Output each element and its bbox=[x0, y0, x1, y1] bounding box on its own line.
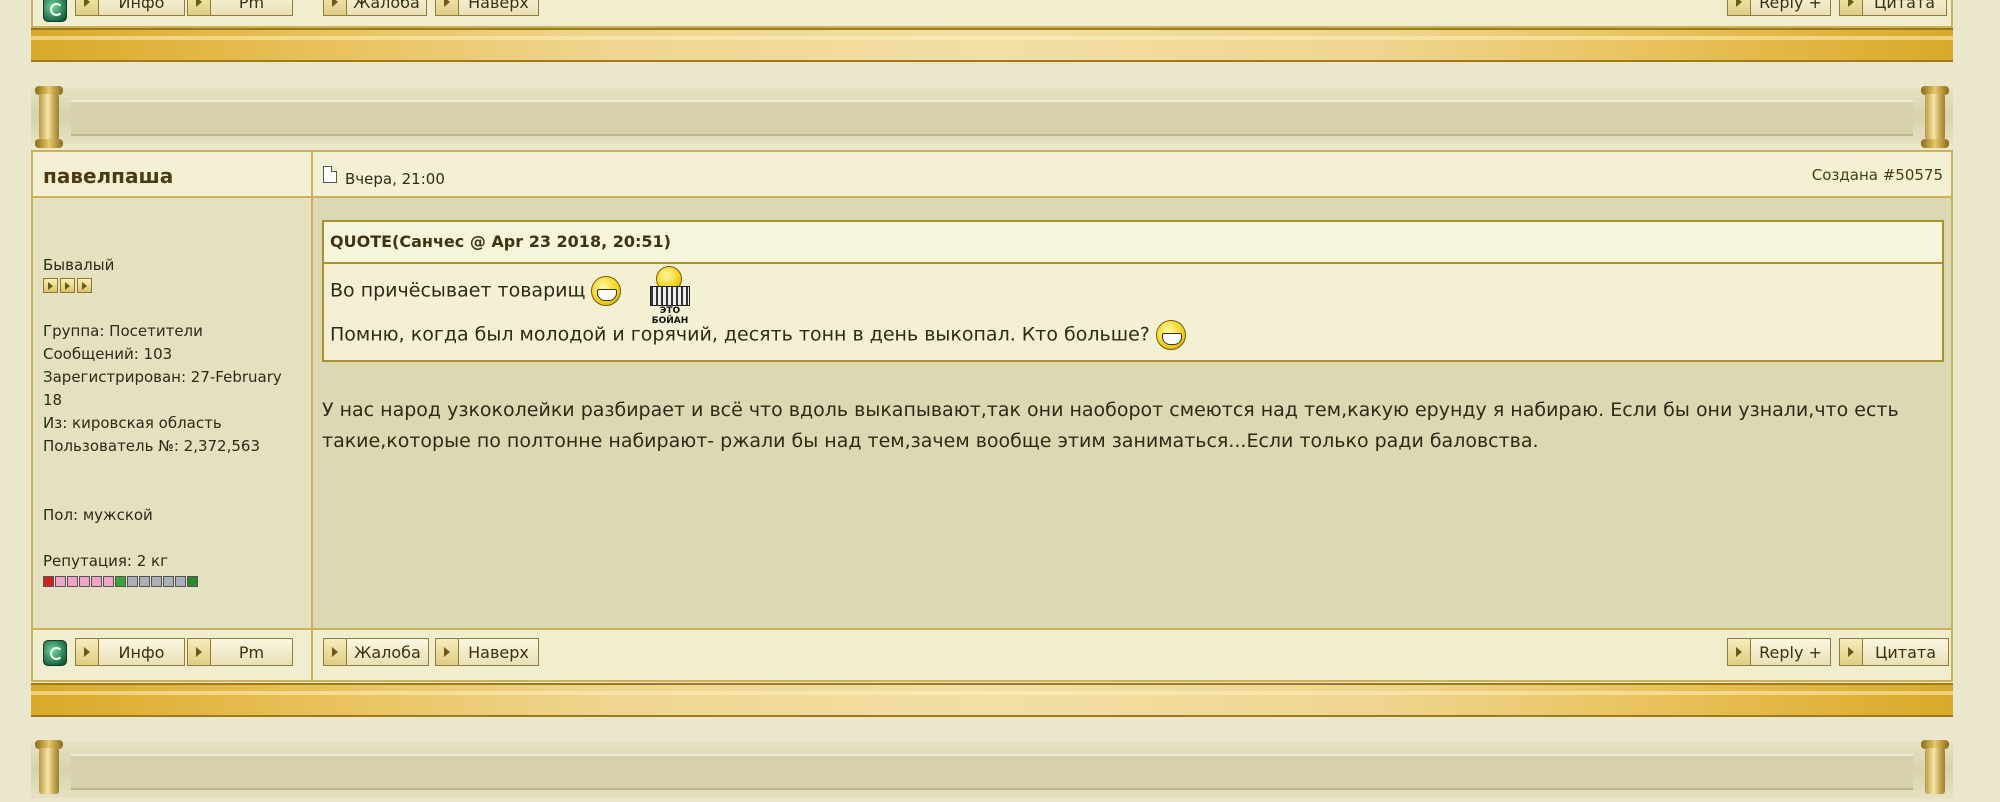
post-date: Вчера, 21:00 bbox=[345, 170, 445, 188]
reputation-plus-button[interactable] bbox=[187, 576, 198, 587]
post-footer: Инфо Pm Жалоба Наверх Reply + Цитата bbox=[33, 628, 1951, 680]
prev-pm-button[interactable]: Pm bbox=[187, 0, 293, 16]
arrow-right-icon bbox=[76, 639, 99, 665]
prev-reply-button[interactable]: Reply + bbox=[1727, 0, 1831, 16]
arrow-right-icon bbox=[1840, 639, 1863, 665]
prev-quote-button[interactable]: Цитата bbox=[1839, 0, 1947, 16]
prev-up-button[interactable]: Наверх bbox=[435, 0, 539, 16]
arrow-right-icon bbox=[324, 639, 347, 665]
accordion-smiley-icon: ЭТО БОЙАН bbox=[642, 266, 698, 326]
rank-pip-icon bbox=[60, 278, 75, 293]
profile-icon[interactable] bbox=[43, 640, 67, 666]
grin-smiley-icon bbox=[1155, 320, 1186, 350]
reputation-bar bbox=[43, 576, 198, 587]
post-header: павелпаша Вчера, 21:00 Создана #50575 bbox=[33, 152, 1951, 198]
grin-smiley-icon bbox=[591, 276, 622, 306]
quote-block: QUOTE(Санчес @ Apr 23 2018, 20:51) Во пр… bbox=[322, 220, 1944, 362]
profile-icon[interactable] bbox=[43, 0, 67, 22]
post-body: У нас народ узкоколейки разбирает и всё … bbox=[322, 399, 1899, 452]
author-registered: Зарегистрирован: 27-February bbox=[43, 368, 282, 386]
prev-complaint-button[interactable]: Жалоба bbox=[323, 0, 427, 16]
post-document-icon bbox=[323, 166, 337, 183]
quote-button[interactable]: Цитата bbox=[1839, 638, 1949, 666]
quote-line-2: Помню, когда был молодой и горячий, деся… bbox=[330, 320, 1186, 350]
previous-post-footer: Инфо Pm Жалоба Наверх Reply + Цитата bbox=[31, 0, 1953, 28]
rank-pips bbox=[43, 278, 92, 293]
author-group: Группа: Посетители bbox=[43, 322, 203, 340]
author-registered-year: 18 bbox=[43, 391, 63, 409]
arrow-right-icon bbox=[1728, 639, 1751, 665]
author-user-number: Пользователь №: 2,372,563 bbox=[43, 437, 260, 455]
author-gender: Пол: мужской bbox=[43, 506, 153, 524]
complaint-button[interactable]: Жалоба bbox=[323, 638, 429, 666]
info-button[interactable]: Инфо bbox=[75, 638, 185, 666]
post-username[interactable]: павелпаша bbox=[43, 164, 173, 188]
rank-pip-icon bbox=[77, 278, 92, 293]
scroll-top-button[interactable]: Наверх bbox=[435, 638, 539, 666]
scroll-pole-right-icon bbox=[1919, 740, 1951, 802]
quote-line-1: Во причёсывает товарищ bbox=[330, 276, 622, 306]
pm-button[interactable]: Pm bbox=[187, 638, 293, 666]
author-messages: Сообщений: 103 bbox=[43, 345, 173, 363]
author-reputation: Репутация: 2 кг bbox=[43, 552, 168, 570]
rank-pip-icon bbox=[43, 278, 58, 293]
gold-divider-bar bbox=[31, 28, 1953, 62]
prev-info-button[interactable]: Инфо bbox=[75, 0, 185, 16]
gold-divider-bar bbox=[31, 683, 1953, 717]
quote-header: QUOTE(Санчес @ Apr 23 2018, 20:51) bbox=[324, 222, 1942, 264]
arrow-right-icon bbox=[188, 639, 211, 665]
reputation-minus-button[interactable] bbox=[43, 576, 54, 587]
post-id-link[interactable]: Создана #50575 bbox=[1812, 166, 1943, 184]
scroll-pole-left-icon bbox=[33, 740, 65, 802]
scroll-separator bbox=[31, 86, 1953, 148]
arrow-right-icon bbox=[436, 639, 459, 665]
scroll-pole-left-icon bbox=[33, 86, 65, 148]
author-rank: Бывалый bbox=[43, 256, 115, 274]
scroll-separator bbox=[31, 740, 1953, 798]
author-location: Из: кировская область bbox=[43, 414, 222, 432]
reply-button[interactable]: Reply + bbox=[1727, 638, 1831, 666]
scroll-pole-right-icon bbox=[1919, 86, 1951, 148]
